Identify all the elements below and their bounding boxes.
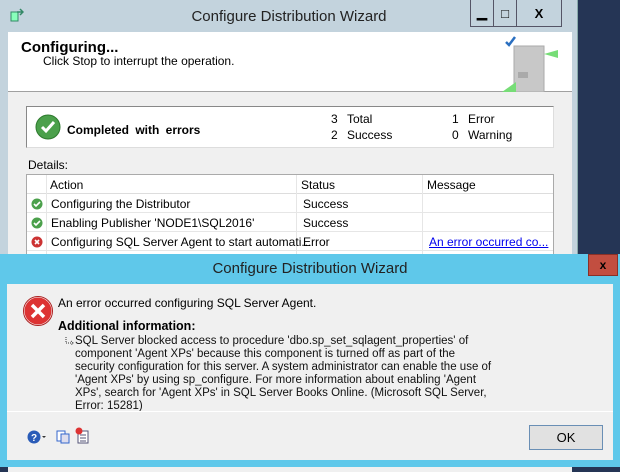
error-icon — [31, 236, 43, 248]
row-action: Enabling Publisher 'NODE1\SQL2016' — [51, 216, 255, 230]
row-status: Error — [303, 235, 330, 249]
column-message[interactable]: Message — [427, 178, 476, 192]
success-check-icon — [35, 114, 61, 140]
details-label: Details: — [28, 158, 69, 172]
column-status[interactable]: Status — [301, 178, 335, 192]
dialog-title: Configure Distribution Wizard — [212, 260, 408, 277]
page-subtitle: Click Stop to interrupt the operation. — [43, 54, 235, 68]
summary-status: Completed with errors — [67, 123, 201, 137]
row-status: Success — [303, 216, 349, 230]
table-header: Action Status Message — [27, 175, 553, 194]
error-message-link[interactable]: An error occurred co... — [429, 235, 548, 249]
additional-info-label: Additional information: — [58, 319, 196, 333]
table-row[interactable]: Configuring SQL Server Agent to start au… — [27, 232, 553, 251]
table-row[interactable]: Configuring the Distributor Success — [27, 194, 553, 213]
ok-button[interactable]: OK — [529, 425, 603, 450]
error-message: An error occurred configuring SQL Server… — [58, 296, 317, 310]
tree-arrow-icon — [65, 337, 74, 346]
error-dialog: Configure Distribution Wizard x An error… — [0, 254, 620, 467]
warning-count: 0 — [452, 128, 459, 142]
warning-label: Warning — [468, 128, 513, 142]
wizard-header: Configuring... Click Stop to interrupt t… — [8, 32, 572, 92]
error-detail: SQL Server blocked access to procedure '… — [75, 335, 492, 412]
title-bar: Configure Distribution Wizard ▁ □ X — [0, 0, 578, 36]
divider — [7, 411, 613, 412]
error-label: Error — [468, 112, 495, 126]
success-icon — [31, 198, 43, 210]
column-action[interactable]: Action — [50, 178, 83, 192]
success-label: Success — [347, 128, 393, 142]
success-icon — [31, 217, 43, 229]
minimize-button[interactable]: ▁ — [471, 0, 494, 26]
error-count: 1 — [452, 112, 459, 126]
total-label: Total — [347, 112, 373, 126]
row-status: Success — [303, 197, 349, 211]
close-button[interactable]: X — [517, 0, 561, 26]
table-row[interactable]: Enabling Publisher 'NODE1\SQL2016' Succe… — [27, 213, 553, 232]
copy-icon[interactable] — [56, 430, 70, 444]
server-check-icon — [502, 36, 558, 92]
row-action: Configuring the Distributor — [51, 197, 191, 211]
total-count: 3 — [331, 112, 338, 126]
summary-panel: Completed with errors 3 Total 2 Success … — [26, 106, 554, 148]
row-action: Configuring SQL Server Agent to start au… — [51, 235, 312, 249]
help-icon[interactable]: ? — [27, 430, 47, 444]
error-large-icon — [23, 296, 53, 326]
show-technical-details-icon[interactable] — [75, 427, 89, 444]
svg-text:?: ? — [31, 433, 37, 444]
maximize-button[interactable]: □ — [494, 0, 517, 26]
success-count: 2 — [331, 128, 338, 142]
dialog-close-button[interactable]: x — [588, 254, 618, 276]
